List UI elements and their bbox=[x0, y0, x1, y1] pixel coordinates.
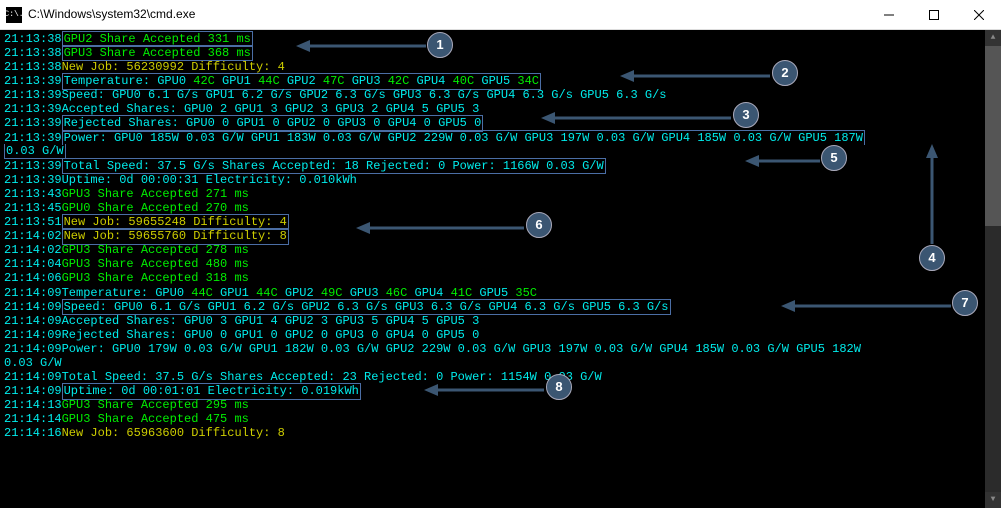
annotation-badge-3: 3 bbox=[733, 102, 759, 128]
log-text: Speed: GPU0 6.1 G/s GPU1 6.2 G/s GPU2 6.… bbox=[62, 88, 667, 102]
log-temp-label: Temperature: bbox=[64, 74, 158, 88]
annotation-arrow bbox=[541, 110, 731, 130]
timestamp: 21:14:04 bbox=[4, 257, 62, 271]
annotation-badge-2: 2 bbox=[772, 60, 798, 86]
close-button[interactable] bbox=[956, 0, 1001, 29]
window-title: C:\Windows\system32\cmd.exe bbox=[28, 7, 195, 21]
log-text: 0.03 G/W bbox=[6, 144, 64, 158]
log-text: Rejected Shares: GPU0 0 GPU1 0 GPU2 0 GP… bbox=[62, 328, 480, 342]
scroll-up-button[interactable]: ▲ bbox=[985, 30, 1001, 46]
timestamp: 21:14:09 bbox=[4, 342, 62, 356]
timestamp: 21:13:39 bbox=[4, 74, 62, 88]
timestamp: 21:14:09 bbox=[4, 300, 62, 314]
annotation-badge-6: 6 bbox=[526, 212, 552, 238]
timestamp: 21:14:02 bbox=[4, 243, 62, 257]
scrollbar[interactable]: ▲ ▼ bbox=[985, 30, 1001, 508]
timestamp: 21:13:39 bbox=[4, 102, 62, 116]
log-text: GPU3 Share Accepted 368 ms bbox=[64, 46, 251, 60]
timestamp: 21:13:51 bbox=[4, 215, 62, 229]
log-text: GPU3 Share Accepted 271 ms bbox=[62, 187, 249, 201]
timestamp: 21:13:38 bbox=[4, 46, 62, 60]
log-text: Speed: GPU0 6.1 G/s GPU1 6.2 G/s GPU2 6.… bbox=[64, 300, 669, 314]
timestamp: 21:13:38 bbox=[4, 60, 62, 74]
log-text: GPU3 Share Accepted 295 ms bbox=[62, 398, 249, 412]
log-text: GPU2 Share Accepted 331 ms bbox=[64, 32, 251, 46]
annotation-arrow bbox=[296, 38, 426, 58]
timestamp: 21:14:13 bbox=[4, 398, 62, 412]
annotation-arrow bbox=[424, 382, 544, 402]
timestamp: 21:13:39 bbox=[4, 131, 62, 145]
log-text: Accepted Shares: GPU0 3 GPU1 4 GPU2 3 GP… bbox=[62, 314, 480, 328]
log-text: New Job: 59655760 Difficulty: 8 bbox=[64, 229, 287, 243]
log-text: Uptime: 0d 00:00:31 Electricity: 0.010kW… bbox=[62, 173, 357, 187]
log-text: Total Speed: 37.5 G/s Shares Accepted: 1… bbox=[64, 159, 604, 173]
timestamp: 21:13:39 bbox=[4, 116, 62, 130]
annotation-badge-7: 7 bbox=[952, 290, 978, 316]
timestamp: 21:14:09 bbox=[4, 286, 62, 300]
timestamp: 21:13:39 bbox=[4, 88, 62, 102]
log-text: GPU3 Share Accepted 278 ms bbox=[62, 243, 249, 257]
scroll-down-button[interactable]: ▼ bbox=[985, 492, 1001, 508]
log-text: Power: GPU0 179W 0.03 G/W GPU1 182W 0.03… bbox=[62, 342, 861, 356]
timestamp: 21:14:02 bbox=[4, 229, 62, 243]
log-text: GPU3 Share Accepted 475 ms bbox=[62, 412, 249, 426]
log-text: Power: GPU0 185W 0.03 G/W GPU1 183W 0.03… bbox=[64, 131, 863, 145]
annotation-badge-1: 1 bbox=[427, 32, 453, 58]
annotation-badge-5: 5 bbox=[821, 145, 847, 171]
timestamp: 21:13:38 bbox=[4, 32, 62, 46]
annotation-arrow bbox=[781, 298, 951, 318]
log-text: Uptime: 0d 00:01:01 Electricity: 0.019kW… bbox=[64, 384, 359, 398]
annotation-arrow bbox=[356, 220, 524, 240]
scroll-thumb[interactable] bbox=[985, 46, 1001, 226]
timestamp: 21:13:45 bbox=[4, 201, 62, 215]
timestamp: 21:13:39 bbox=[4, 173, 62, 187]
timestamp: 21:14:09 bbox=[4, 314, 62, 328]
log-text: New Job: 65963600 Difficulty: 8 bbox=[62, 426, 285, 440]
timestamp: 21:14:06 bbox=[4, 271, 62, 285]
annotation-arrow bbox=[620, 68, 770, 88]
log-text: GPU3 Share Accepted 480 ms bbox=[62, 257, 249, 271]
timestamp: 21:13:39 bbox=[4, 159, 62, 173]
timestamp: 21:14:09 bbox=[4, 384, 62, 398]
annotation-arrow bbox=[922, 144, 942, 244]
annotation-badge-4: 4 bbox=[919, 245, 945, 271]
terminal-output[interactable]: 21:13:38 GPU2 Share Accepted 331 ms 21:1… bbox=[0, 30, 1001, 508]
log-text: Rejected Shares: GPU0 0 GPU1 0 GPU2 0 GP… bbox=[64, 116, 482, 130]
log-text: GPU3 Share Accepted 318 ms bbox=[62, 271, 249, 285]
annotation-badge-8: 8 bbox=[546, 374, 572, 400]
timestamp: 21:13:43 bbox=[4, 187, 62, 201]
cmd-icon: C:\. bbox=[6, 7, 22, 23]
annotation-arrow bbox=[745, 153, 820, 173]
maximize-button[interactable] bbox=[911, 0, 956, 29]
timestamp: 21:14:09 bbox=[4, 328, 62, 342]
window-titlebar[interactable]: C:\. C:\Windows\system32\cmd.exe bbox=[0, 0, 1001, 30]
minimize-button[interactable] bbox=[866, 0, 911, 29]
timestamp: 21:14:14 bbox=[4, 412, 62, 426]
timestamp: 21:14:09 bbox=[4, 370, 62, 384]
timestamp: 21:14:16 bbox=[4, 426, 62, 440]
log-text: New Job: 59655248 Difficulty: 4 bbox=[64, 215, 287, 229]
log-text: 0.03 G/W bbox=[4, 356, 62, 370]
